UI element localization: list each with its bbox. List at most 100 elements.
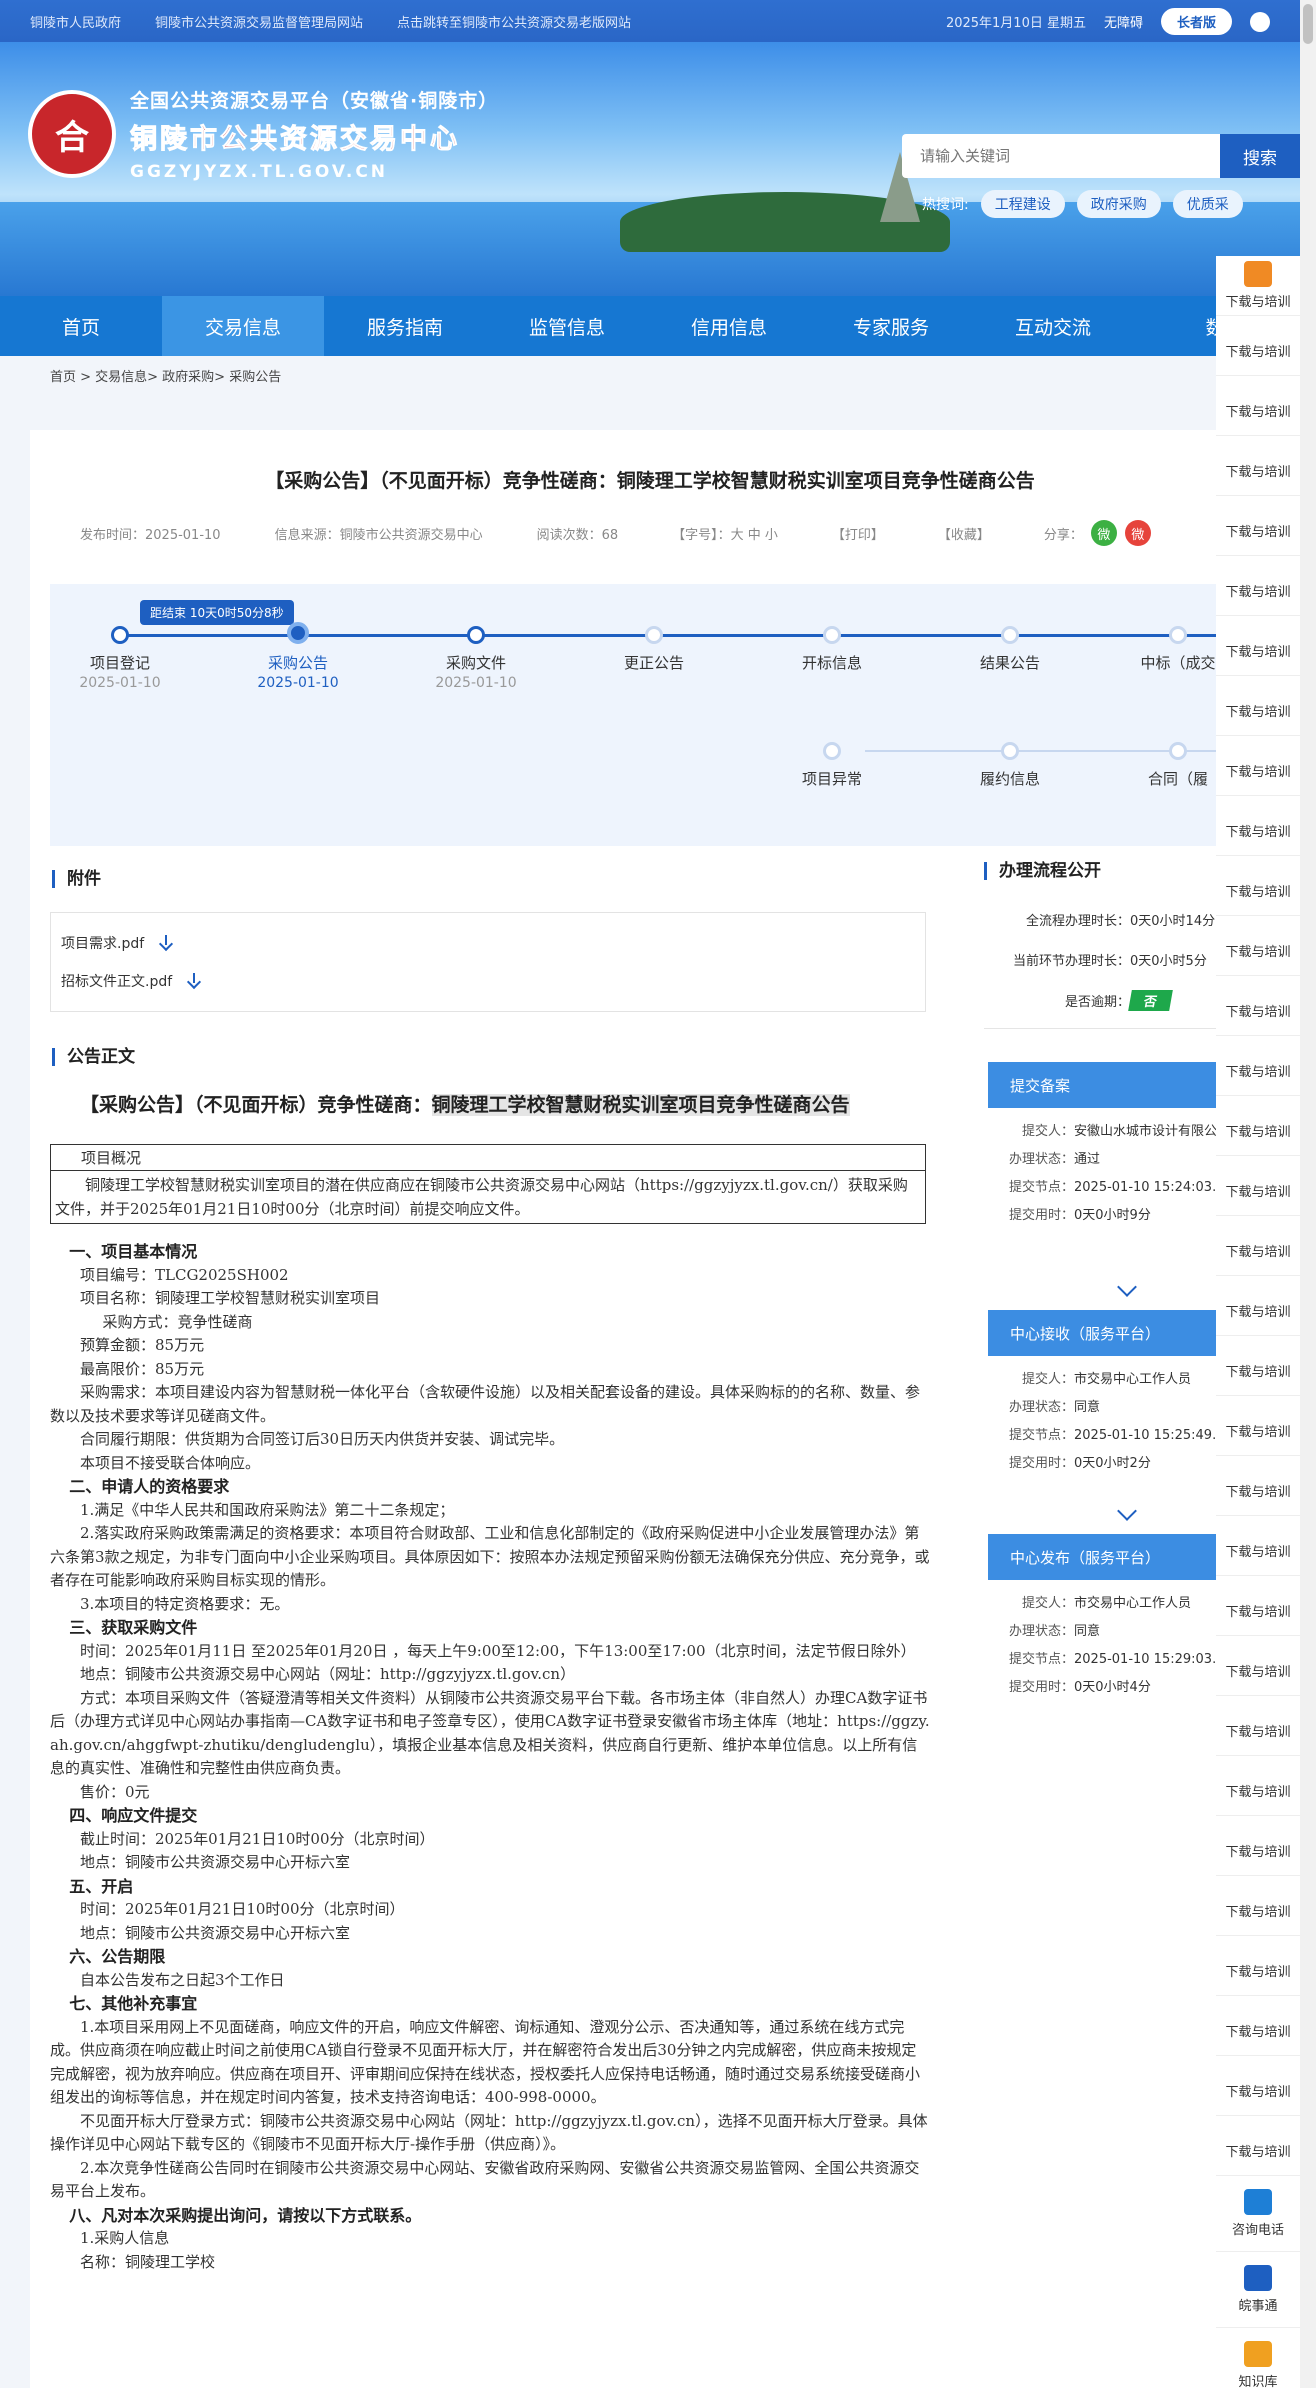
nav-credit[interactable]: 信用信息 — [648, 296, 810, 356]
progress-timeline: 距结束 10天0时50分8秒 项目登记 2025-01-10 采购公告 2025-0… — [50, 584, 1270, 846]
wechat-share-icon[interactable]: 微 — [1090, 520, 1117, 546]
sidebar-item-download[interactable]: 下载与培训 — [1216, 1276, 1300, 1336]
link-gov[interactable]: 铜陵市人民政府 — [30, 12, 121, 31]
notice-section-heading: 八、凡对本次采购提出询问，请按以下方式联系。 — [69, 2205, 422, 2225]
timeline-node[interactable]: 采购文件 2025-01-10 — [401, 626, 551, 691]
nav-home[interactable]: 首页 — [0, 296, 162, 356]
notice-paragraph: 地点：铜陵市公共资源交易中心开标六室 — [80, 1853, 351, 1871]
timeline-node[interactable]: 开标信息 — [757, 626, 907, 673]
nav-trade-info[interactable]: 交易信息 — [162, 296, 324, 356]
timeline-node[interactable]: 履约信息 — [935, 742, 1085, 789]
sidebar-item-building[interactable]: 皖事通 — [1216, 2252, 1300, 2328]
timeline-node[interactable]: 结果公告 — [935, 626, 1085, 673]
user-icon[interactable] — [1250, 11, 1270, 32]
sidebar-item-phone[interactable]: 咨询电话 — [1216, 2176, 1300, 2252]
notice-paragraph: 时间：2025年01月11日 至2025年01月20日 ，每天上午9:00至12… — [80, 1641, 916, 1660]
sidebar-item-download[interactable]: 下载与培训 — [1216, 1396, 1300, 1456]
sidebar-item-download[interactable]: 下载与培训 — [1216, 616, 1300, 676]
sidebar-item-download[interactable]: 下载与培训 — [1216, 856, 1300, 916]
sidebar-item-label: 下载与培训 — [1225, 1545, 1291, 1560]
timeline-node[interactable]: 项目异常 — [757, 742, 907, 789]
sidebar-item-label: 下载与培训 — [1225, 945, 1291, 960]
timeline-node[interactable]: 项目登记 2025-01-10 — [45, 626, 195, 691]
sidebar-item-download[interactable]: 下载与培训 — [1216, 1696, 1300, 1756]
sidebar-item-download[interactable]: 下载与培训 — [1216, 1996, 1300, 2056]
link-supervision[interactable]: 铜陵市公共资源交易监督管理局网站 — [155, 12, 363, 31]
notice-paragraph: 地点：铜陵市公共资源交易中心开标六室 — [80, 1923, 351, 1942]
site-logo-icon[interactable]: 合 — [28, 90, 116, 178]
elder-mode-button[interactable]: 长者版 — [1160, 8, 1232, 35]
sidebar-item-download[interactable]: 下载与培训 — [1216, 1336, 1300, 1396]
attachment-file[interactable]: 招标文件正文.pdf — [61, 971, 202, 991]
sidebar-item-download[interactable]: 下载与培训 — [1216, 736, 1300, 796]
sidebar-item-download[interactable]: 下载与培训 — [1216, 916, 1300, 976]
overview-box: 项目概况 铜陵理工学校智慧财税实训室项目的潜在供应商应在铜陵市公共资源交易中心网… — [50, 1144, 926, 1224]
link-old-site[interactable]: 点击跳转至铜陵市公共资源交易老版网站 — [397, 12, 631, 31]
sidebar-item-label: 下载与培训 — [1225, 345, 1291, 360]
sidebar-item-label: 下载与培训 — [1225, 645, 1291, 660]
sidebar-item-download[interactable]: 下载与培训 — [1216, 1936, 1300, 1996]
sidebar-item-download[interactable]: 下载与培训 — [1216, 1636, 1300, 1696]
sidebar-item-label: 下载与培训 — [1225, 1005, 1291, 1020]
sidebar-item-download[interactable]: 下载与培训 — [1216, 496, 1300, 556]
breadcrumb[interactable]: 首页 > 交易信息> 政府采购> 采购公告 — [50, 366, 281, 385]
floating-sidebar: 下载与培训 下载与培训 下载与培训 下载与培训 下载与培训 下载与培训 下载与培训 下载与培训… — [1216, 256, 1300, 2388]
sidebar-item-download[interactable]: 下载与培训 — [1216, 1816, 1300, 1876]
hot-label: 热搜词: — [922, 197, 969, 213]
print-link[interactable]: 【打印】 — [832, 524, 884, 543]
scrollbar[interactable] — [1300, 0, 1316, 2388]
notice-paragraph: 名称：铜陵理工学校 — [80, 2252, 216, 2271]
sidebar-item-download[interactable]: 下载与培训 — [1216, 316, 1300, 376]
barrier-free-link[interactable]: 无障碍 — [1104, 12, 1143, 31]
sidebar-item-download[interactable]: 下载与培训 — [1216, 256, 1300, 316]
sidebar-item-download[interactable]: 下载与培训 — [1216, 1456, 1300, 1516]
notice-paragraph: 时间：2025年01月21日10时00分（北京时间） — [80, 1900, 405, 1918]
search-button[interactable]: 搜索 — [1220, 134, 1300, 178]
sidebar-item-download[interactable]: 下载与培训 — [1216, 1756, 1300, 1816]
attachment-file[interactable]: 项目需求.pdf — [61, 933, 174, 953]
sidebar-item-download[interactable]: 下载与培训 — [1216, 796, 1300, 856]
sidebar-item-download[interactable]: 下载与培训 — [1216, 1876, 1300, 1936]
sidebar-item-label: 下载与培训 — [1225, 1485, 1291, 1500]
sidebar-item-download[interactable]: 下载与培训 — [1216, 976, 1300, 1036]
hot-tag[interactable]: 政府采购 — [1076, 190, 1161, 218]
timeline-node[interactable]: 采购公告 2025-01-10 — [223, 622, 373, 691]
sidebar-item-download[interactable]: 下载与培训 — [1216, 1036, 1300, 1096]
search-input[interactable] — [902, 134, 1220, 178]
font-size-control[interactable]: 【字号】：大 中 小 — [672, 524, 778, 543]
nav-supervision[interactable]: 监管信息 — [486, 296, 648, 356]
sidebar-item-book[interactable]: 知识库 — [1216, 2328, 1300, 2388]
sidebar-item-download[interactable]: 下载与培训 — [1216, 2116, 1300, 2176]
hot-tag[interactable]: 工程建设 — [980, 190, 1065, 218]
sidebar-item-download[interactable]: 下载与培训 — [1216, 1576, 1300, 1636]
sidebar-item-label: 下载与培训 — [1225, 405, 1291, 420]
scrollbar-thumb[interactable] — [1303, 4, 1313, 44]
phone-icon — [1244, 2189, 1272, 2215]
sidebar-item-download[interactable]: 下载与培训 — [1216, 676, 1300, 736]
nav-expert[interactable]: 专家服务 — [810, 296, 972, 356]
sidebar-item-download[interactable]: 下载与培训 — [1216, 1216, 1300, 1276]
sidebar-item-download[interactable]: 下载与培训 — [1216, 1516, 1300, 1576]
nav-interaction[interactable]: 互动交流 — [972, 296, 1134, 356]
favorite-link[interactable]: 【收藏】 — [938, 524, 990, 543]
sidebar-item-download[interactable]: 下载与培训 — [1216, 2056, 1300, 2116]
sidebar-item-download[interactable]: 下载与培训 — [1216, 556, 1300, 616]
sidebar-item-label: 下载与培训 — [1225, 1425, 1291, 1440]
sidebar-item-label: 下载与培训 — [1225, 1725, 1291, 1740]
download-icon — [1244, 931, 1272, 937]
notice-paragraph: 最高限价：85万元 — [80, 1359, 205, 1378]
sidebar-item-download[interactable]: 下载与培训 — [1216, 1156, 1300, 1216]
sidebar-item-download[interactable]: 下载与培训 — [1216, 436, 1300, 496]
notice-subtitle: 【采购公告】（不见面开标）竞争性磋商：铜陵理工学校智慧财税实训室项目竞争性磋商公… — [80, 1094, 850, 1116]
nav-service-guide[interactable]: 服务指南 — [324, 296, 486, 356]
timeline-node[interactable]: 更正公告 — [579, 626, 729, 673]
weibo-share-icon[interactable]: 微 — [1124, 520, 1151, 546]
notice-section-heading: 六、公告期限 — [69, 1947, 166, 1966]
sidebar-item-download[interactable]: 下载与培训 — [1216, 1096, 1300, 1156]
main-nav: 首页 交易信息 服务指南 监管信息 信用信息 专家服务 互动交流 数 — [0, 296, 1300, 356]
sidebar-item-download[interactable]: 下载与培训 — [1216, 376, 1300, 436]
date-text: 2025年1月10日 星期五 — [945, 16, 1086, 31]
download-icon — [1244, 691, 1272, 697]
download-icon — [1244, 1471, 1272, 1477]
hot-tag[interactable]: 优质采 — [1172, 190, 1243, 218]
